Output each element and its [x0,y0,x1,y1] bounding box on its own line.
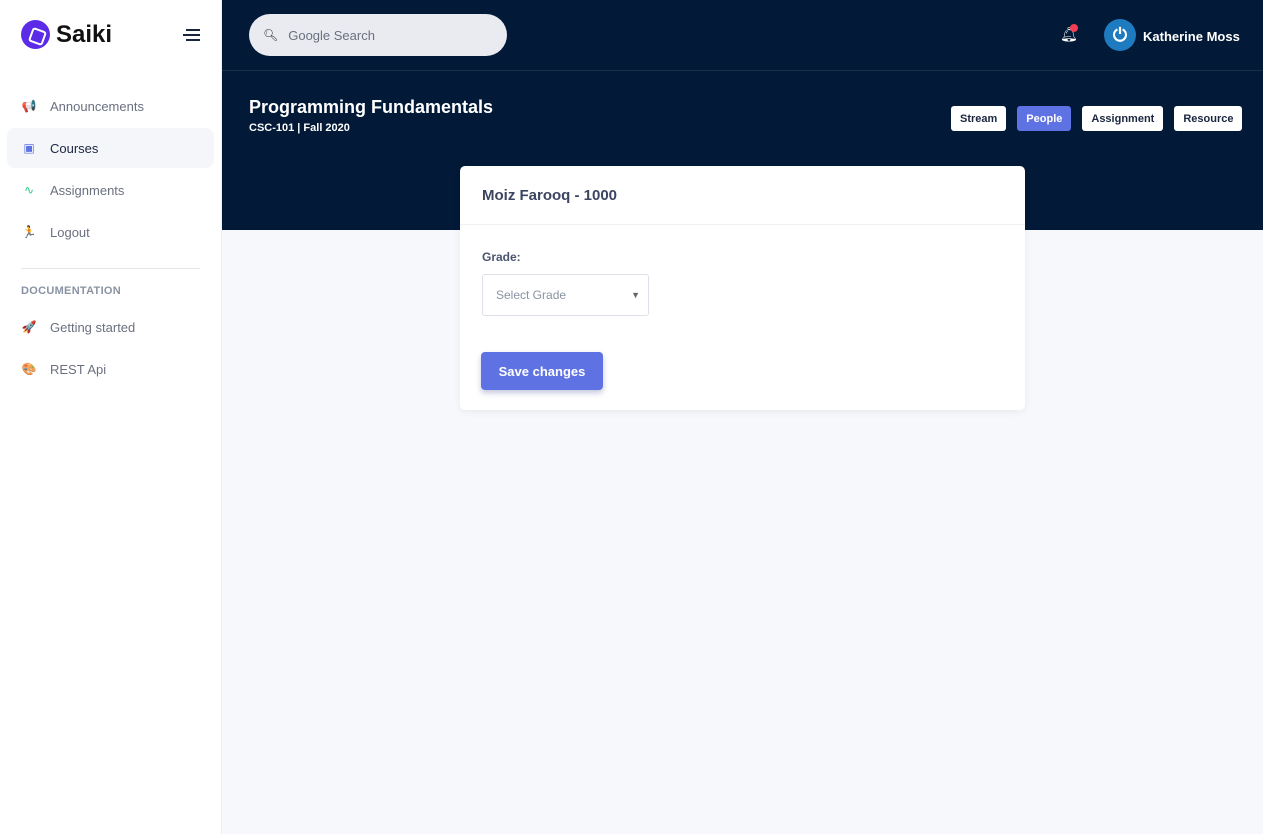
course-tabs: Stream People Assignment Resource [951,106,1243,131]
running-icon: 🏃 [21,225,37,239]
logo-icon [21,20,50,49]
tab-assignment[interactable]: Assignment [1082,106,1164,131]
docs-nav: 🚀 Getting started 🎨 REST Api [7,307,214,391]
notebook-icon: ▣ [23,141,35,155]
search-placeholder: Google Search [288,27,375,43]
sidebar-item-logout[interactable]: 🏃 Logout [7,212,214,252]
grade-select-value: Select Grade [496,288,567,302]
avatar[interactable]: ⏻ [1104,19,1136,51]
sidebar-item-label: Announcements [50,98,144,114]
rocket-icon: 🚀 [21,320,37,334]
sidebar-item-label: REST Api [50,361,107,377]
tab-resource[interactable]: Resource [1174,106,1243,131]
page-subtitle: CSC-101 | Fall 2020 [249,122,350,134]
sidebar-item-label: Assignments [50,182,125,198]
pulse-icon: ∿ [23,183,35,197]
divider [21,268,200,269]
chevron-down-icon: ▼ [631,290,640,300]
sidebar-item-label: Getting started [50,319,136,335]
notification-badge [1070,24,1078,32]
page-title: Programming Fundamentals [249,97,494,117]
grade-card: Moiz Farooq - 1000 Grade: Select Grade ▼ … [460,166,1025,410]
tab-people[interactable]: People [1017,106,1072,131]
tab-stream[interactable]: Stream [951,106,1007,131]
sidebar: Saiki 📢 Announcements ▣ Courses ∿ Assignmen… [0,0,222,834]
search-input[interactable]: 🔍︎ Google Search [249,14,507,56]
header-divider [222,70,1263,71]
logo[interactable]: Saiki [21,20,112,49]
grade-label: Grade: [482,250,521,264]
palette-icon: 🎨 [21,362,37,376]
sidebar-nav: 📢 Announcements ▣ Courses ∿ Assignments 🏃 Lo… [7,86,214,254]
card-title: Moiz Farooq - 1000 [460,166,1025,225]
grade-select[interactable]: Select Grade ▼ [482,274,649,316]
save-button[interactable]: Save changes [481,352,603,390]
search-icon: 🔍︎ [263,28,279,42]
sidebar-item-label: Logout [50,224,90,240]
sidebar-item-assignments[interactable]: ∿ Assignments [7,170,214,210]
megaphone-icon: 📢 [21,99,37,113]
sidebar-item-announcements[interactable]: 📢 Announcements [7,86,214,126]
sidebar-item-rest-api[interactable]: 🎨 REST Api [7,349,214,389]
sidebar-item-label: Courses [50,140,99,156]
section-heading: DOCUMENTATION [21,285,122,297]
brand-name: Saiki [56,20,113,48]
sidebar-item-getting-started[interactable]: 🚀 Getting started [7,307,214,347]
user-name[interactable]: Katherine Moss [1143,29,1240,44]
menu-toggle-icon[interactable] [183,29,200,44]
sidebar-item-courses[interactable]: ▣ Courses [7,128,214,168]
